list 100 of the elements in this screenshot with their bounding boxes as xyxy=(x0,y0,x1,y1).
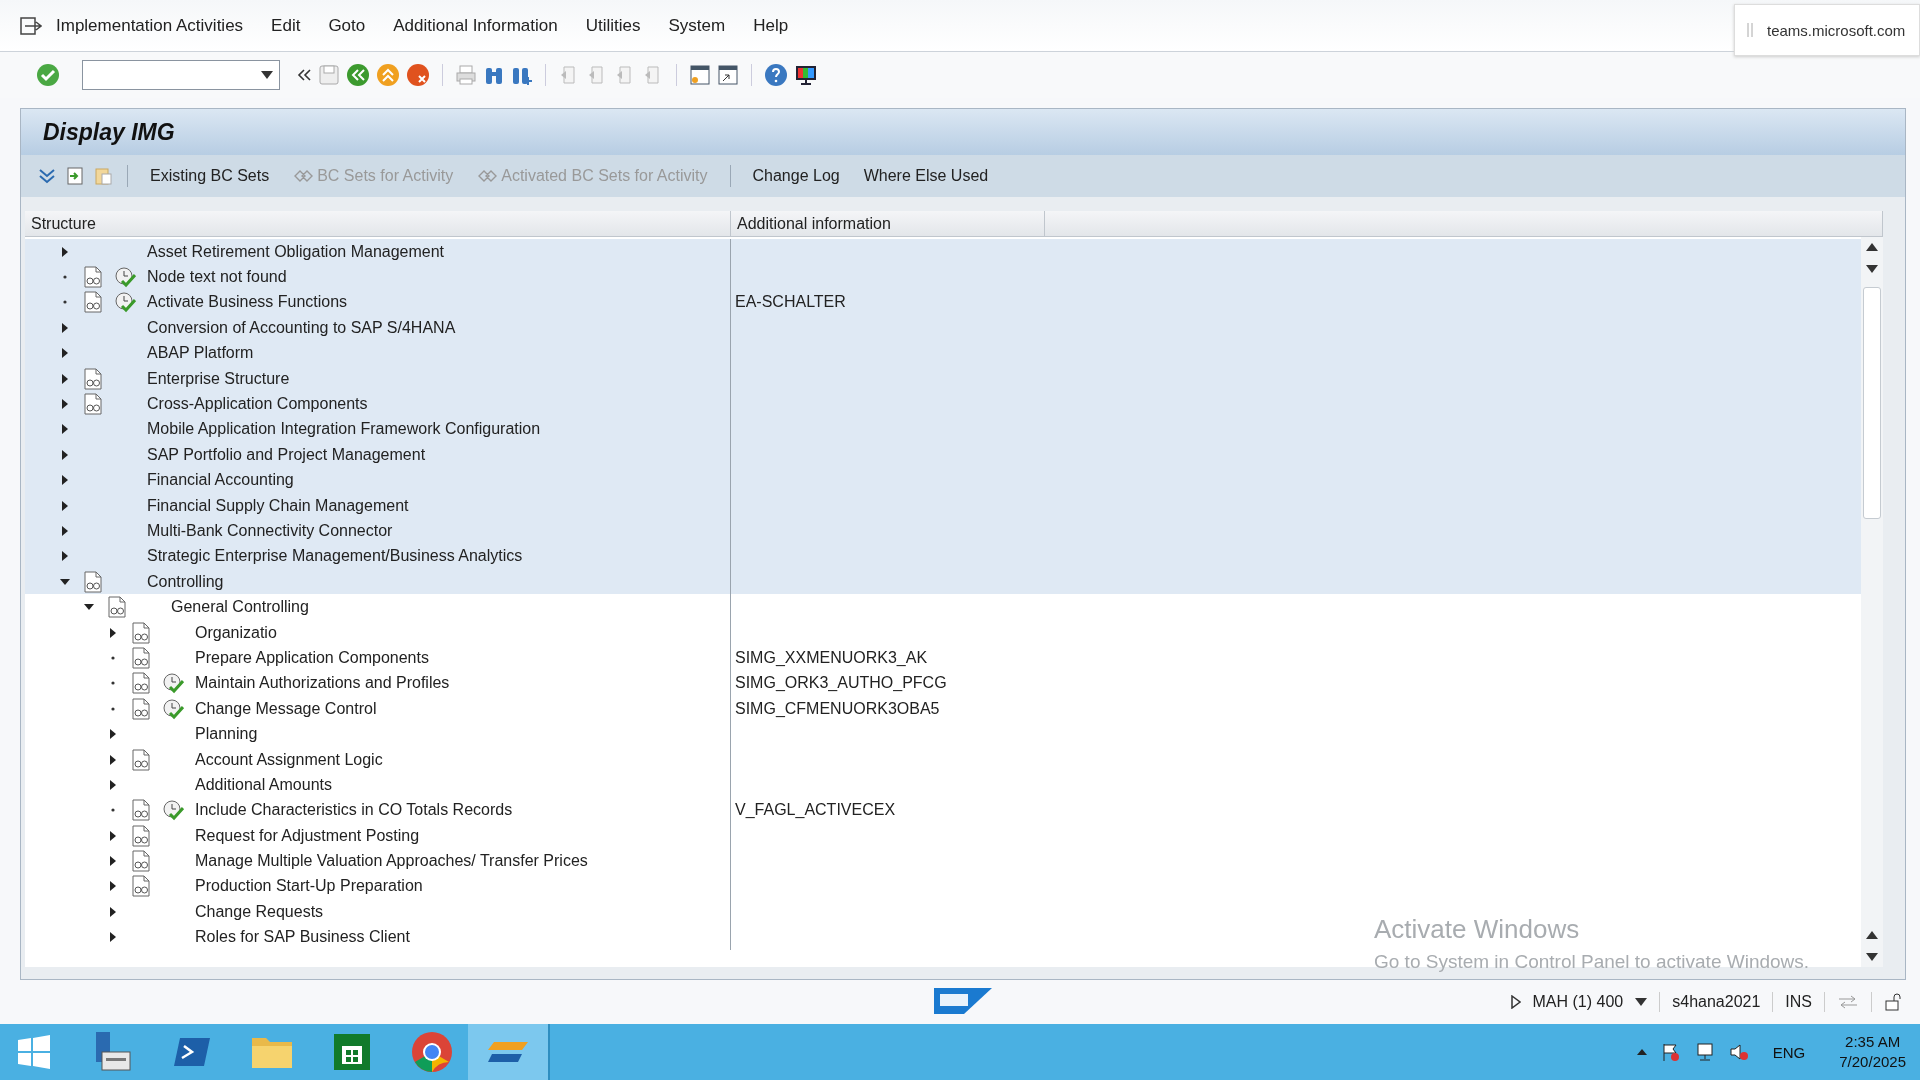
tree-row[interactable]: Enterprise Structure xyxy=(25,365,1861,392)
expand-subtree-icon[interactable] xyxy=(37,166,57,186)
tree-node-label[interactable]: Change Message Control xyxy=(195,699,377,718)
tree-node-label[interactable]: Enterprise Structure xyxy=(147,369,290,388)
tray-up-icon[interactable] xyxy=(1636,1049,1647,1055)
clock-check-icon[interactable] xyxy=(114,291,136,314)
expand-arrow-icon[interactable] xyxy=(60,373,70,384)
menu-icon[interactable] xyxy=(20,16,42,35)
document-glasses-icon[interactable] xyxy=(84,266,102,289)
expand-arrow-icon[interactable] xyxy=(60,399,70,410)
tree-row[interactable]: Controlling xyxy=(25,569,1861,595)
tree-node-label[interactable]: Additional Amounts xyxy=(195,775,332,794)
document-glasses-icon[interactable] xyxy=(132,621,150,644)
expand-arrow-icon[interactable] xyxy=(60,475,70,486)
document-glasses-icon[interactable] xyxy=(132,850,150,873)
language-indicator[interactable]: ENG xyxy=(1772,1043,1806,1061)
toolbar-button[interactable]: Existing BC Sets xyxy=(142,164,278,188)
expand-arrow-icon[interactable] xyxy=(60,246,70,257)
tree-node-label[interactable]: Controlling xyxy=(147,572,224,591)
tree-node-label[interactable]: General Controlling xyxy=(171,598,309,617)
windows-start-icon[interactable] xyxy=(16,1034,52,1070)
flag-icon[interactable] xyxy=(1660,1042,1681,1062)
tree-node-label[interactable]: Node text not found xyxy=(147,268,287,287)
document-glasses-icon[interactable] xyxy=(132,646,150,669)
document-glasses-icon[interactable] xyxy=(84,570,102,593)
document-glasses-icon[interactable] xyxy=(84,367,102,390)
scroll-up-icon[interactable] xyxy=(1866,931,1878,939)
expand-arrow-icon[interactable] xyxy=(60,322,70,333)
shortcut-window-icon[interactable] xyxy=(717,64,739,86)
expand-arrow-icon[interactable] xyxy=(108,932,118,943)
tree-node-label[interactable]: Request for Adjustment Posting xyxy=(195,826,420,845)
tree-node-label[interactable]: ABAP Platform xyxy=(147,344,254,363)
menu-item[interactable]: Additional Information xyxy=(393,15,558,36)
expand-arrow-icon[interactable] xyxy=(60,424,70,435)
tree-node-label[interactable]: Financial Supply Chain Management xyxy=(147,496,409,515)
expand-arrow-icon[interactable] xyxy=(108,830,118,841)
tree-node-label[interactable]: Conversion of Accounting to SAP S/4HANA xyxy=(147,318,456,337)
expand-arrow-icon[interactable] xyxy=(60,449,70,460)
tree-node-label[interactable]: Planning xyxy=(195,725,258,744)
menu-item[interactable]: Help xyxy=(753,15,789,36)
tree-node-label[interactable]: Mobile Application Integration Framework Configuration xyxy=(147,420,541,439)
menu-item[interactable]: Edit xyxy=(271,15,301,36)
scroll-down-icon[interactable] xyxy=(1866,953,1878,961)
tree-node-label[interactable]: Multi-Bank Connectivity Connector xyxy=(147,522,393,540)
double-chevron-icon[interactable] xyxy=(296,67,312,83)
tree-node-label[interactable]: Account Assignment Logic xyxy=(195,750,383,769)
lock-icon[interactable] xyxy=(1884,993,1902,1011)
notification[interactable]: teams.microsoft.com xyxy=(1734,4,1920,56)
tree-row[interactable]: Strategic Enterprise Management/Business Analytics xyxy=(25,543,1861,570)
tree-node-label[interactable]: Activate Business Functions xyxy=(147,293,348,312)
clock-check-icon[interactable] xyxy=(114,266,136,289)
document-glasses-icon[interactable] xyxy=(108,596,126,619)
clock-check-icon[interactable] xyxy=(162,672,184,695)
sap-logon-button[interactable] xyxy=(468,1024,550,1080)
expand-arrow-icon[interactable] xyxy=(108,906,118,917)
tree-row[interactable]: ABAP Platform xyxy=(25,340,1861,366)
expand-arrow-icon[interactable] xyxy=(108,881,118,892)
menu-item[interactable]: Goto xyxy=(328,15,366,36)
tree-row[interactable]: Node text not found xyxy=(25,264,1861,290)
column-header[interactable]: Additional information xyxy=(731,211,1045,236)
tree-node-label[interactable]: Maintain Authorizations and Profiles xyxy=(195,674,450,693)
tree-node-label[interactable]: Change Requests xyxy=(195,902,324,921)
tree-node-label[interactable]: Strategic Enterprise Management/Business Analytics xyxy=(147,547,523,566)
cancel-icon[interactable] xyxy=(406,63,430,87)
tree-node-label[interactable]: Include Characteristics in CO Totals Records xyxy=(195,801,513,820)
document-glasses-icon[interactable] xyxy=(132,672,150,695)
tree-node-label[interactable]: Financial Accounting xyxy=(147,471,294,490)
collapse-arrow-icon[interactable] xyxy=(60,576,70,587)
document-glasses-icon[interactable] xyxy=(84,291,102,314)
expand-arrow-icon[interactable] xyxy=(108,754,118,765)
expand-arrow-icon[interactable] xyxy=(60,526,70,536)
network-icon[interactable] xyxy=(1694,1042,1715,1062)
expand-arrow-icon[interactable] xyxy=(60,348,70,359)
menu-item[interactable]: System xyxy=(668,15,726,36)
dropdown-icon[interactable] xyxy=(261,71,273,79)
back-icon[interactable] xyxy=(346,63,370,87)
clock-check-icon[interactable] xyxy=(162,799,184,822)
tree-row[interactable]: Mobile Application Integration Framework Configuration xyxy=(25,416,1861,443)
clipboard-icon[interactable] xyxy=(93,166,113,186)
store-icon[interactable] xyxy=(332,1032,372,1072)
new-window-icon[interactable] xyxy=(689,64,711,86)
menu-item[interactable]: Implementation Activities xyxy=(56,15,244,36)
tree-row[interactable]: Financial Supply Chain Management xyxy=(25,492,1861,519)
toolbar-button[interactable]: Where Else Used xyxy=(855,164,997,188)
tree-row[interactable]: Activate Business Functions EA-SCHALTER xyxy=(25,289,1861,316)
tree-node-label[interactable]: Prepare Application Components xyxy=(195,648,429,667)
tree-node-label[interactable]: Production Start-Up Preparation xyxy=(195,877,423,896)
tree-row[interactable]: Cross-Application Components xyxy=(25,391,1861,417)
command-field[interactable] xyxy=(82,60,280,90)
menu-item[interactable]: Utilities xyxy=(585,15,641,36)
muted-speaker-icon[interactable] xyxy=(1728,1042,1749,1062)
toolbar-button[interactable]: Change Log xyxy=(744,164,848,188)
document-glasses-icon[interactable] xyxy=(132,875,150,898)
scroll-up-icon[interactable] xyxy=(1866,243,1878,251)
dropdown-icon[interactable] xyxy=(1635,998,1648,1006)
expand-arrow-icon[interactable] xyxy=(108,779,118,790)
tree-node-label[interactable]: Asset Retirement Obligation Management xyxy=(147,242,445,261)
tree-row[interactable]: Asset Retirement Obligation Management xyxy=(25,239,1861,265)
expand-arrow-icon[interactable] xyxy=(60,551,70,562)
clock[interactable]: 2:35 AM 7/20/2025 xyxy=(1839,1032,1906,1072)
